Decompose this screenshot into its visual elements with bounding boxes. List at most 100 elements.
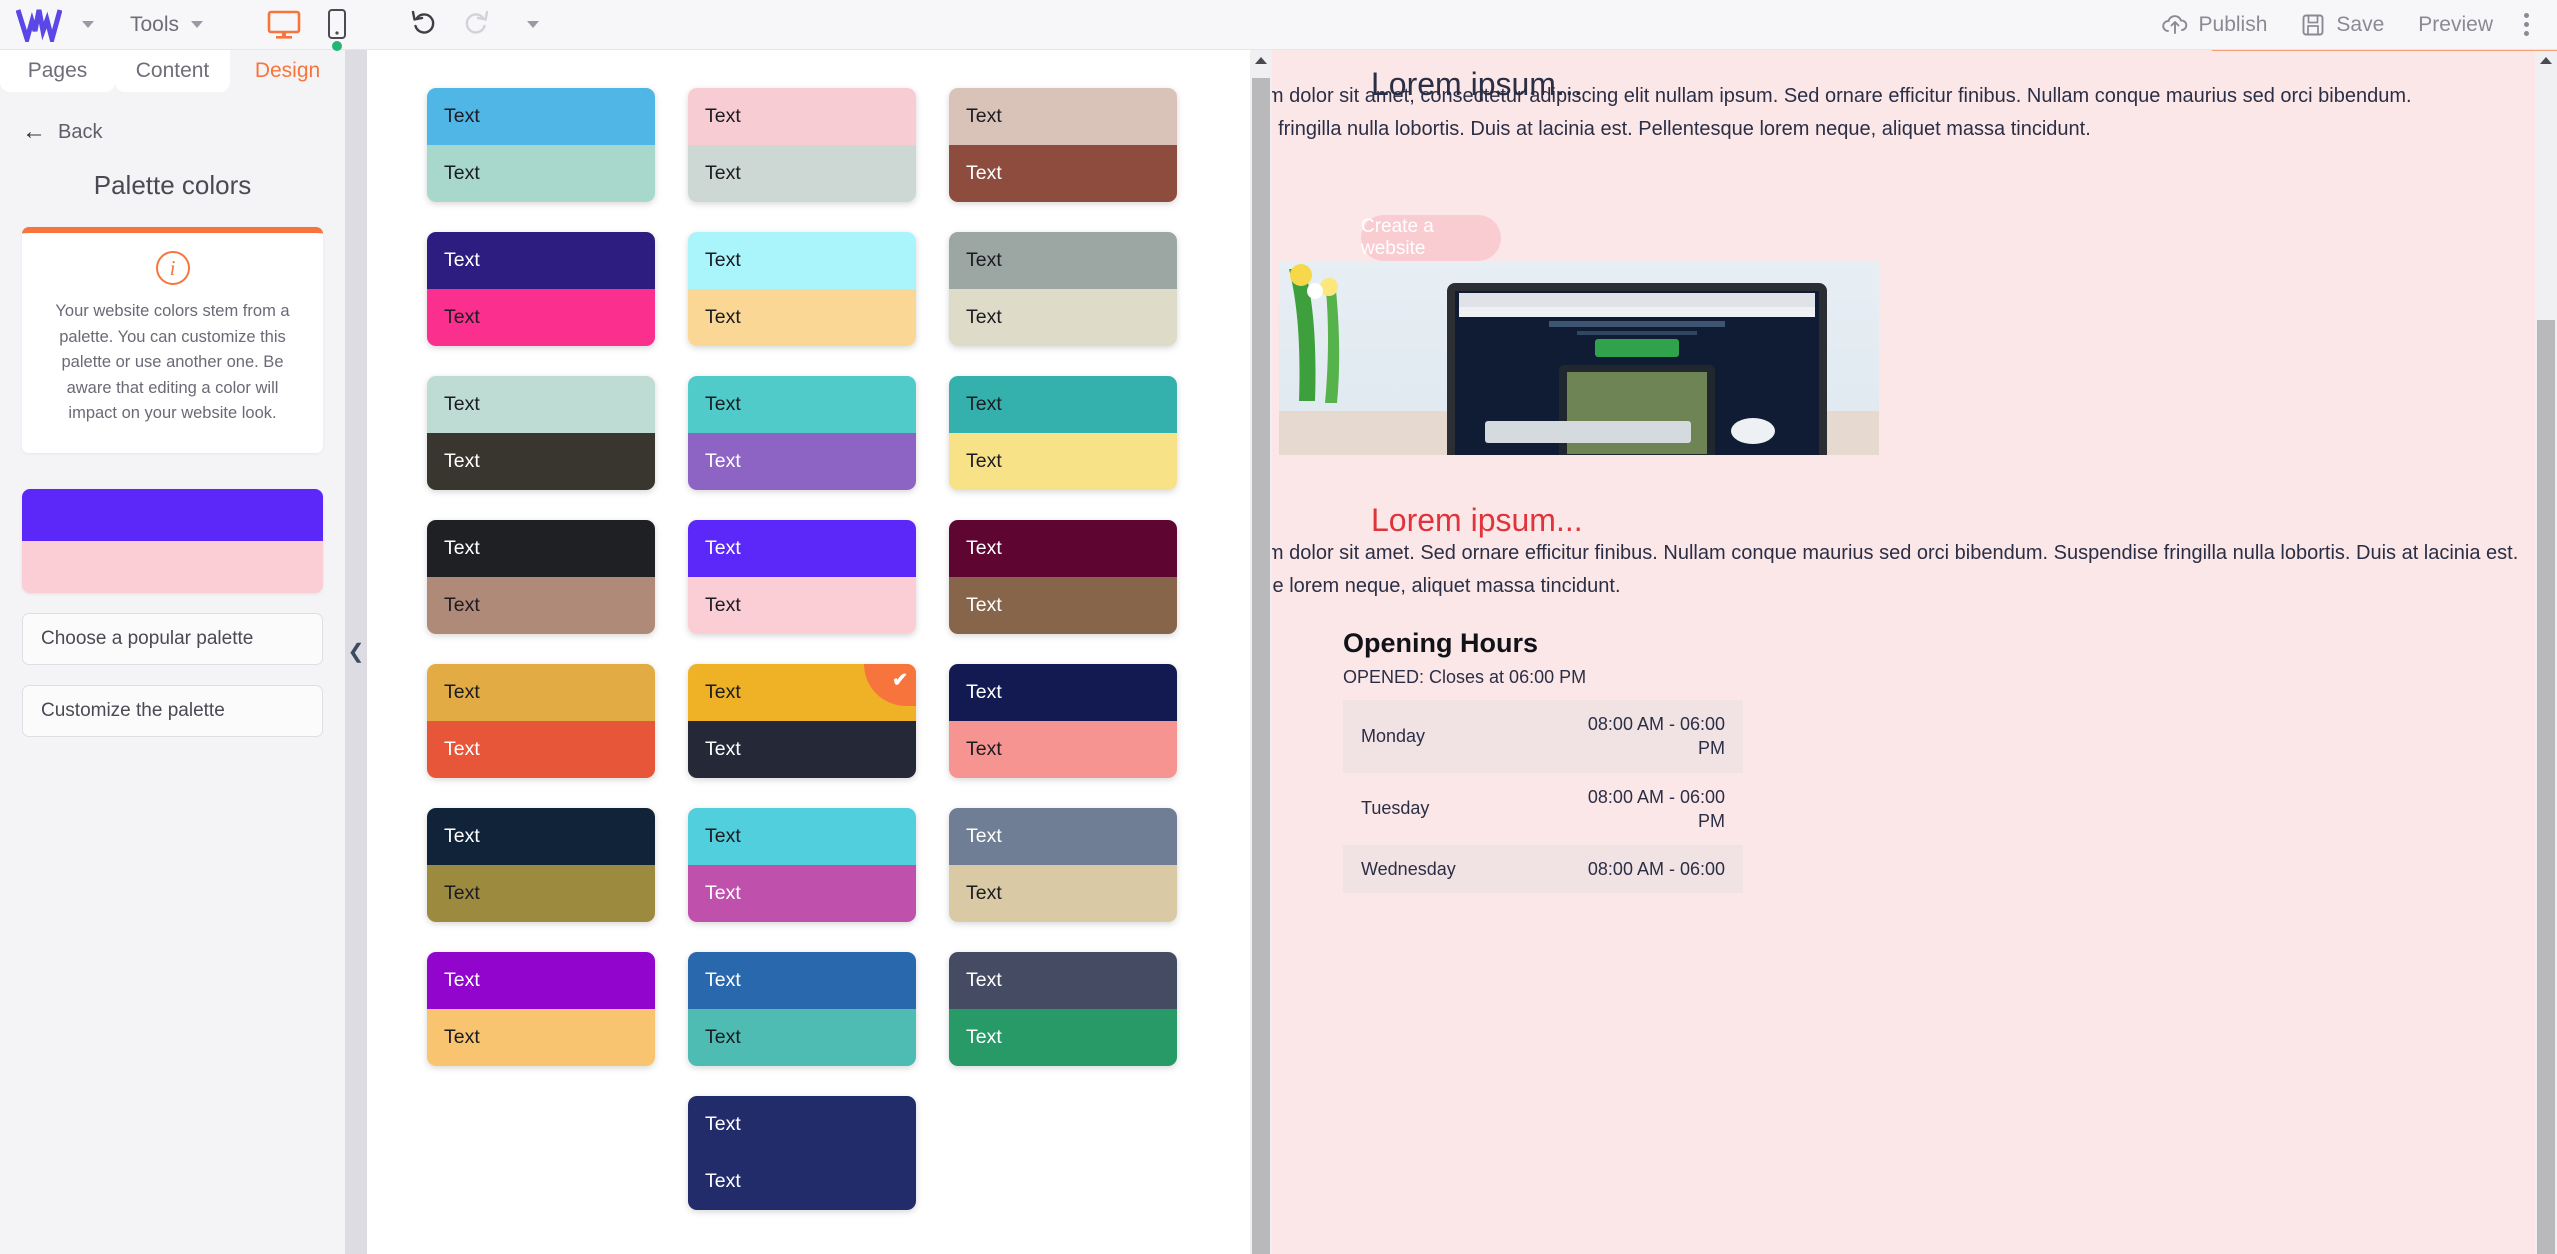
- palette-swatch[interactable]: Text Text: [949, 664, 1177, 778]
- choose-popular-palette-label: Choose a popular palette: [41, 627, 254, 649]
- tab-pages[interactable]: Pages: [0, 50, 115, 92]
- kebab-menu-icon: [2524, 31, 2529, 36]
- info-circle-icon: i: [155, 251, 190, 285]
- tab-design-label: Design: [254, 59, 321, 82]
- palette-swatch-top-text: Text: [688, 376, 916, 433]
- opening-hours-time: 08:00 AM - 06:00 PM: [1587, 714, 1725, 759]
- palette-swatch-bottom-text: Text: [427, 289, 655, 346]
- undo-button[interactable]: [409, 7, 439, 42]
- preview-button[interactable]: Preview: [2401, 5, 2510, 45]
- current-palette-preview[interactable]: [22, 488, 323, 593]
- palette-swatch-top-text: Text: [688, 952, 916, 1009]
- tab-content-label: Content: [135, 59, 210, 82]
- design-sidebar: Pages Content Design ← Back Palette colo…: [0, 50, 345, 1254]
- device-status-dot: [332, 40, 343, 51]
- palette-swatch[interactable]: Text Text: [427, 88, 655, 202]
- tools-label: Tools: [130, 12, 180, 36]
- palette-scrollbar-thumb[interactable]: [1252, 78, 1270, 1254]
- palette-info-card: i Your website colors stem from a palett…: [22, 227, 323, 453]
- back-button[interactable]: ← Back: [0, 92, 345, 144]
- palette-swatch[interactable]: Text Text: [688, 520, 916, 634]
- tab-content[interactable]: Content: [115, 50, 230, 92]
- chevron-down-icon: [191, 21, 204, 28]
- logo-dropdown-button[interactable]: [68, 11, 108, 38]
- publish-button[interactable]: Publish: [2145, 5, 2285, 45]
- opening-hours-day: Wednesday: [1361, 858, 1456, 879]
- opening-hours-day: Tuesday: [1361, 798, 1430, 819]
- palette-swatch[interactable]: Text Text: [949, 520, 1177, 634]
- triangle-up-icon[interactable]: [1255, 57, 1267, 64]
- palette-swatch[interactable]: Text Text: [427, 952, 655, 1066]
- mobile-view-button[interactable]: [327, 8, 347, 51]
- palette-swatch-bottom-text: Text: [949, 145, 1177, 202]
- redo-button[interactable]: [461, 7, 491, 42]
- palette-swatch[interactable]: Text Text ✔: [688, 664, 916, 778]
- palette-swatch-top-text: Text: [688, 232, 916, 289]
- palette-swatch-bottom-text: Text: [427, 1009, 655, 1066]
- tab-pages-label: Pages: [27, 59, 88, 82]
- chevron-left-icon: ❮: [347, 641, 365, 663]
- opening-hours-status: OPENED: Closes at 06:00 PM: [1343, 667, 1587, 687]
- tools-menu-button[interactable]: Tools: [116, 5, 217, 45]
- opening-hours-row: Wednesday 08:00 AM - 06:00: [1343, 845, 1743, 894]
- palette-swatch-top-text: Text: [949, 808, 1177, 865]
- create-a-website-button[interactable]: Create a website: [1361, 215, 1501, 261]
- save-button[interactable]: Save: [2284, 5, 2401, 45]
- palette-swatch[interactable]: Text Text: [949, 232, 1177, 346]
- preview-heading-2: Lorem ipsum...: [1371, 502, 1583, 538]
- palette-swatch[interactable]: Text Text: [688, 376, 916, 490]
- customize-palette-button[interactable]: Customize the palette: [22, 684, 323, 737]
- palette-swatch-bottom-text: Text: [949, 289, 1177, 346]
- palette-swatch-top-text: Text: [949, 232, 1177, 289]
- palette-swatch-top-text: Text: [949, 952, 1177, 1009]
- chevron-down-icon: [82, 21, 94, 28]
- more-options-button[interactable]: [2510, 3, 2543, 46]
- canvas-scrollbar-thumb[interactable]: [2537, 320, 2555, 1254]
- w-logo[interactable]: [16, 8, 62, 42]
- palette-swatch[interactable]: Text Text: [688, 1096, 916, 1210]
- palette-swatch-top-text: Text: [427, 376, 655, 433]
- page-title: Palette colors: [93, 170, 252, 200]
- kebab-menu-icon: [2524, 13, 2529, 18]
- palette-swatch[interactable]: Text Text: [688, 952, 916, 1066]
- palette-swatch[interactable]: Text Text: [949, 88, 1177, 202]
- preview-page-body: Lorem ipsum... Lorem ipsum dolor sit ame…: [1168, 50, 2557, 1254]
- palette-swatch[interactable]: Text Text: [688, 88, 916, 202]
- palette-panel-collapse-handle[interactable]: ❮: [345, 50, 367, 1254]
- palette-swatch[interactable]: Text Text: [949, 376, 1177, 490]
- create-a-website-label: Create a website: [1361, 216, 1434, 259]
- palette-swatch-top-text: Text: [949, 376, 1177, 433]
- palette-swatch-top-text: Text: [688, 808, 916, 865]
- palette-swatch-top-text: Text: [427, 664, 655, 721]
- palette-swatch[interactable]: Text Text: [427, 808, 655, 922]
- palette-swatch-top-text: Text: [688, 520, 916, 577]
- palette-swatch[interactable]: Text Text: [949, 952, 1177, 1066]
- palette-swatch[interactable]: Text Text: [427, 232, 655, 346]
- palette-swatch-top-text: Text: [427, 88, 655, 145]
- cloud-upload-icon: [2161, 14, 2187, 34]
- palette-swatch[interactable]: Text Text: [688, 232, 916, 346]
- palette-swatch[interactable]: Text Text: [427, 376, 655, 490]
- palette-swatch[interactable]: Text Text: [949, 808, 1177, 922]
- palette-grid-panel: Text Text Text Text Text Text Text Text Text Text…: [345, 50, 1263, 1254]
- sidebar-tabs: Pages Content Design: [0, 50, 345, 92]
- mobile-phone-icon: [328, 8, 347, 39]
- choose-popular-palette-button[interactable]: Choose a popular palette: [22, 612, 323, 665]
- palette-swatch[interactable]: Text Text: [688, 808, 916, 922]
- desktop-view-button[interactable]: [267, 10, 301, 40]
- palette-swatch-bottom-text: Text: [688, 1153, 916, 1210]
- triangle-up-icon[interactable]: [2540, 57, 2552, 64]
- palette-swatch[interactable]: Text Text: [427, 520, 655, 634]
- tab-design[interactable]: Design: [230, 50, 345, 92]
- history-dropdown-button[interactable]: [513, 11, 553, 38]
- palette-panel-scrollbar[interactable]: [1250, 50, 1272, 1254]
- palette-swatch[interactable]: Text Text: [427, 664, 655, 778]
- opening-hours-day: Monday: [1361, 725, 1426, 746]
- palette-swatch-bottom-text: Text: [688, 289, 916, 346]
- undo-arrow-icon: [411, 10, 435, 34]
- current-palette-primary: [22, 488, 323, 541]
- palette-swatch-bottom-text: Text: [427, 577, 655, 634]
- preview-paragraph-1: Lorem ipsum dolor sit amet, consectetur …: [1168, 85, 2412, 140]
- canvas-scrollbar[interactable]: [2535, 50, 2557, 1254]
- palette-swatch-top-text: Text: [427, 808, 655, 865]
